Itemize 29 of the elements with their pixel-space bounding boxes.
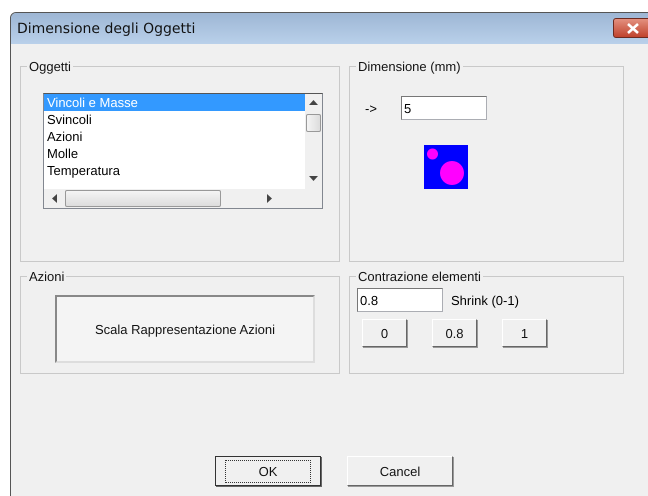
- list-box[interactable]: Vincoli e Masse Svincoli Azioni Molle Temperatura: [43, 93, 323, 209]
- dialog-button[interactable]: OK: [215, 456, 321, 486]
- arrow-label: ->: [365, 100, 378, 116]
- scroll-thumb[interactable]: [65, 190, 221, 207]
- group-label: Contrazione elementi: [357, 269, 482, 284]
- group-label: Oggetti: [28, 59, 72, 74]
- scroll-right-icon[interactable]: [267, 194, 272, 203]
- group-label: Dimensione (mm): [357, 59, 462, 74]
- window-title: Dimensione degli Oggetti: [16, 20, 196, 36]
- preset-button[interactable]: 0: [362, 319, 407, 347]
- scroll-left-icon[interactable]: [52, 194, 57, 203]
- scroll-down-icon[interactable]: [309, 176, 318, 181]
- preset-button[interactable]: 1: [502, 319, 547, 347]
- shrink-label: Shrink (0-1): [451, 292, 519, 308]
- list-item[interactable]: Svincoli: [44, 111, 305, 128]
- close-icon: [627, 22, 639, 34]
- scroll-up-icon[interactable]: [309, 100, 318, 105]
- size-input[interactable]: 5: [401, 96, 487, 120]
- preset-button[interactable]: 0.8: [432, 319, 477, 347]
- close-button[interactable]: [613, 18, 648, 38]
- list-item[interactable]: Temperatura: [44, 162, 305, 179]
- scroll-thumb[interactable]: [306, 114, 321, 132]
- list-item[interactable]: Azioni: [44, 128, 305, 145]
- list-item[interactable]: Molle: [44, 145, 305, 162]
- dialog-button[interactable]: Cancel: [347, 456, 453, 486]
- symbol-preview-drawing: [424, 145, 468, 189]
- scale-actions-button[interactable]: Scala Rappresentazione Azioni: [55, 295, 315, 363]
- group-label: Azioni: [28, 269, 66, 284]
- shrink-input[interactable]: 0.8: [357, 288, 443, 312]
